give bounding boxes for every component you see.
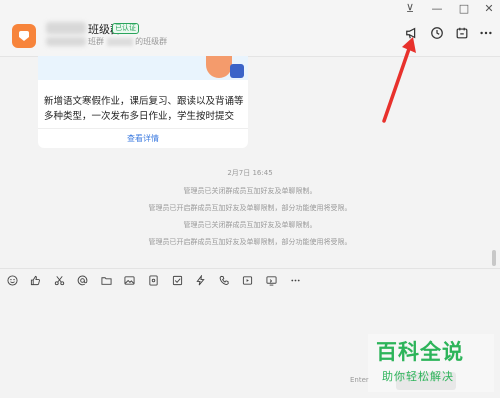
folder-icon[interactable]: [98, 272, 114, 288]
checkbox-icon[interactable]: [169, 272, 185, 288]
screen-share-icon[interactable]: [264, 272, 280, 288]
redacted-subtitle: [46, 37, 86, 46]
redacted-subtitle-mid: [106, 37, 133, 46]
chat-header: ⊻ — □ ✕ 班级群 已认证 班群 的班级群: [0, 0, 500, 57]
watermark-title: 百科全说: [376, 340, 464, 364]
maximize-button[interactable]: □: [457, 2, 471, 15]
banner-figure-accent: [230, 64, 244, 78]
card-description: 新增语文寒假作业，课后复习、跟读以及背诵等多种类型，一次发布多日作业，学生按时提…: [44, 96, 244, 122]
calendar-icon[interactable]: [454, 25, 470, 41]
history-icon[interactable]: [429, 25, 445, 41]
minimize-button[interactable]: —: [430, 2, 444, 15]
chat-window: ⊻ — □ ✕ 班级群 已认证 班群 的班级群 新增语文寒假作业，课后复习、跟读…: [0, 0, 500, 398]
mention-icon[interactable]: [75, 272, 91, 288]
verified-badge: 已认证: [112, 23, 139, 34]
more-icon[interactable]: [287, 272, 303, 288]
homework-card[interactable]: 新增语文寒假作业，课后复习、跟读以及背诵等多种类型，一次发布多日作业，学生按时提…: [38, 56, 248, 148]
pin-icon[interactable]: ⊻: [403, 2, 417, 15]
chat-scrollbar[interactable]: [492, 250, 496, 266]
thumbs-up-icon[interactable]: [28, 272, 44, 288]
card-banner: [38, 56, 248, 80]
system-message: 管理员已关闭群成员互加好友及单聊限制。: [183, 221, 317, 229]
group-avatar[interactable]: [12, 24, 36, 48]
system-message: 管理员已开启群成员互加好友及单聊限制，部分功能使用将受限。: [148, 238, 352, 246]
emoji-icon[interactable]: [4, 272, 20, 288]
close-button[interactable]: ✕: [482, 2, 496, 15]
scissors-icon[interactable]: [51, 272, 67, 288]
input-divider: [0, 268, 500, 269]
video-icon[interactable]: [240, 272, 256, 288]
subtitle-part-a: 班群: [88, 37, 104, 46]
image-icon[interactable]: [122, 272, 138, 288]
redacted-name: [46, 22, 86, 34]
subtitle-part-b: 的班级群: [135, 37, 168, 46]
card-divider: [38, 128, 248, 129]
input-toolbar: [4, 272, 311, 288]
red-packet-icon[interactable]: [146, 272, 162, 288]
annotation-arrow: [382, 37, 416, 123]
message-timestamp: 2月7日 16:45: [227, 169, 273, 177]
lightning-icon[interactable]: [193, 272, 209, 288]
banner-figure: [206, 56, 232, 78]
more-options-icon[interactable]: [478, 25, 494, 41]
system-message: 管理员已关闭群成员互加好友及单聊限制。: [183, 187, 317, 195]
watermark-subtitle: 助你轻松解决: [382, 370, 454, 383]
phone-icon[interactable]: [216, 272, 232, 288]
enter-hint: Enter: [350, 376, 369, 384]
group-subtitle: 班群 的班级群: [88, 36, 167, 47]
system-message: 管理员已开启群成员互加好友及单聊限制，部分功能使用将受限。: [148, 204, 352, 212]
view-details-link[interactable]: 查看详情: [38, 133, 248, 144]
